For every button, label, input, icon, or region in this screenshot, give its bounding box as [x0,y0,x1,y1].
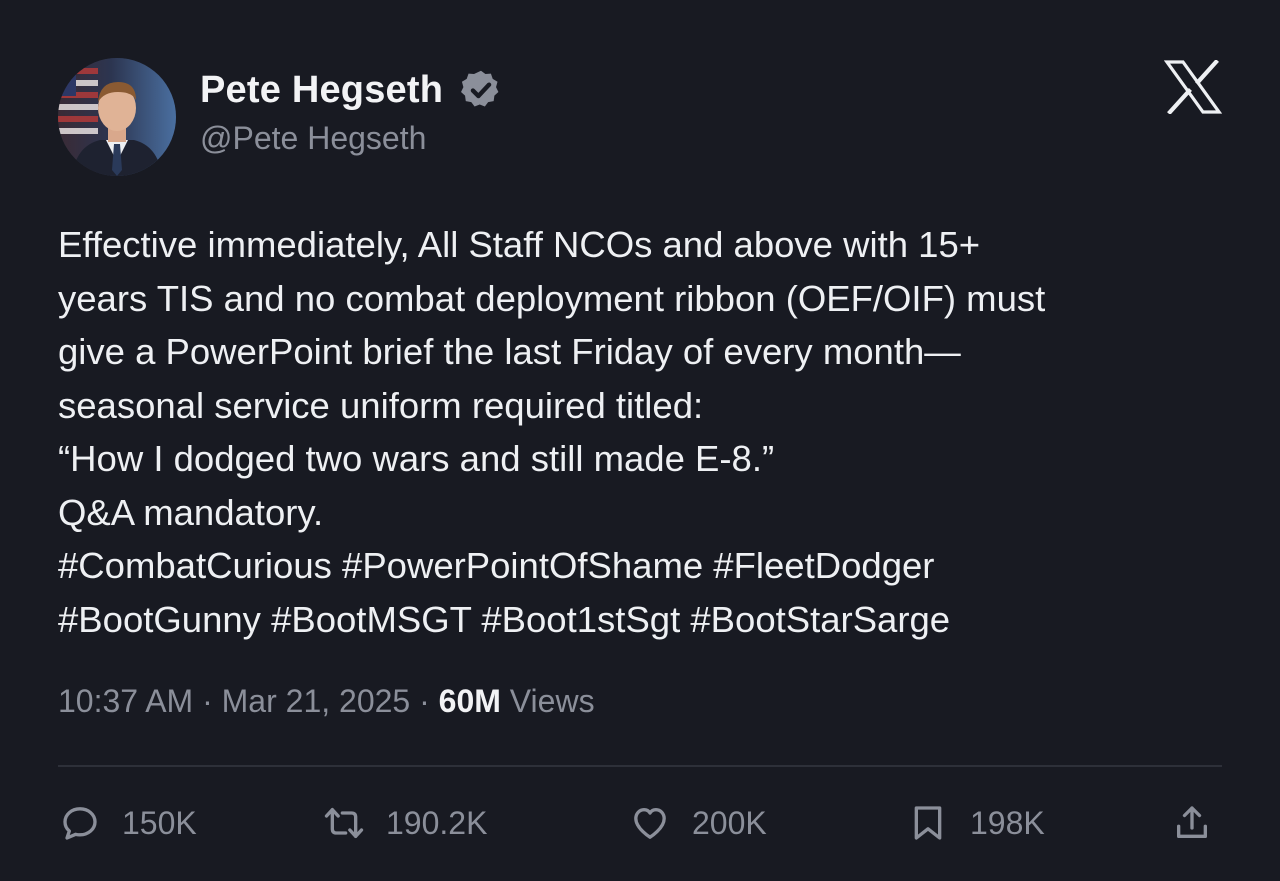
reply-count: 150K [122,804,197,841]
avatar[interactable] [58,58,176,176]
post-text-line: give a PowerPoint brief the last Friday … [58,331,961,372]
repost-icon [324,808,364,838]
post-text-line: years TIS and no combat deployment ribbo… [58,277,1046,319]
repost-count: 190.2K [386,804,488,841]
x-logo-icon[interactable] [1164,60,1222,114]
tweet-card: Pete Hegseth @Pete Hegseth Effective imm… [0,0,1280,881]
verified-badge-icon[interactable] [459,68,503,112]
post-text-line: Effective immediately, All Staff NCOs an… [58,224,981,265]
hashtag-line[interactable]: #BootGunny #BootMSGT #Boot1stSgt #BootSt… [58,593,1248,647]
views-label: Views [509,683,595,719]
author-display-name[interactable]: Pete Hegseth [200,69,443,112]
meta-separator: · [419,683,430,719]
reply-button[interactable]: 150K [60,803,197,843]
post-text: Effective immediately, All Staff NCOs an… [58,218,1248,646]
reply-icon [63,807,97,840]
meta-separator: · [202,683,213,719]
like-button[interactable]: 200K [630,803,767,843]
post-text-line: seasonal service uniform required titled… [58,384,704,426]
bookmark-count: 198K [970,804,1045,841]
post-time[interactable]: 10:37 AM [58,683,193,719]
post-meta: 10:37 AM · Mar 21, 2025 · 60M Views [58,683,595,720]
hashtag-line[interactable]: #CombatCurious #PowerPointOfShame #Fleet… [58,539,1248,593]
like-count: 200K [692,804,767,841]
post-text-line: “How I dodged two wars and still made E-… [58,438,775,479]
share-icon [1177,806,1207,838]
author-handle[interactable]: @Pete Hegseth [200,120,426,157]
repost-button[interactable]: 190.2K [324,803,487,843]
author-name-row: Pete Hegseth [200,68,503,112]
post-date[interactable]: Mar 21, 2025 [222,683,411,719]
share-button[interactable] [1172,803,1212,843]
bookmark-icon [914,806,942,840]
bookmark-button[interactable]: 198K [908,803,1045,843]
post-text-line: Q&A mandatory. [58,491,324,533]
heart-icon [634,808,666,839]
divider [58,765,1222,767]
avatar-image [58,58,176,176]
views-count[interactable]: 60M [439,683,501,719]
